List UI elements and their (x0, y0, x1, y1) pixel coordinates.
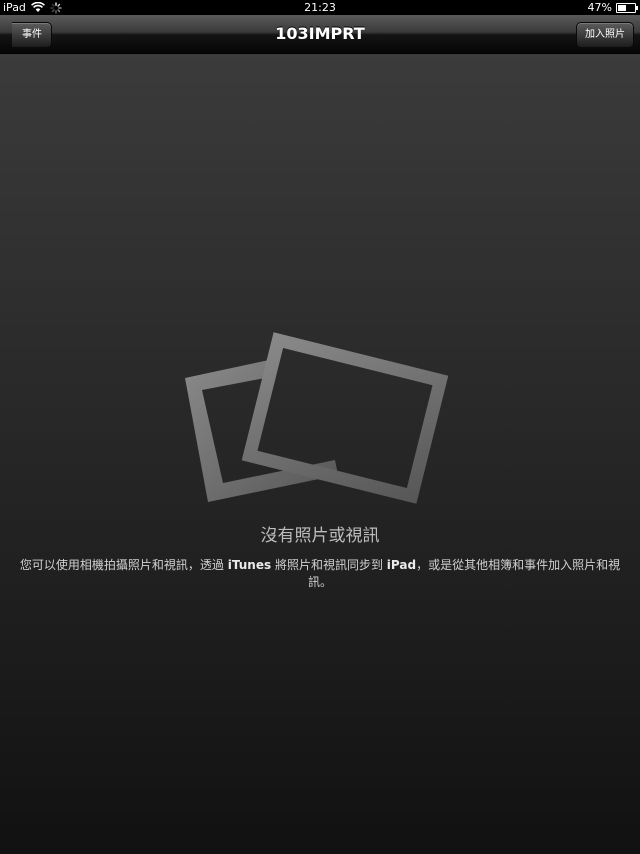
status-time: 21:23 (304, 1, 336, 14)
battery-icon (616, 2, 638, 13)
empty-state-description: 您可以使用相機拍攝照片和視訊，透過 iTunes 將照片和視訊同步到 iPad，… (19, 558, 621, 589)
battery-percent: 47% (587, 1, 612, 14)
photos-icon (185, 332, 449, 504)
navigation-bar: 事件 103IMPRT 加入照片 (0, 15, 640, 54)
itunes-text: iTunes (227, 558, 272, 572)
add-photos-button[interactable]: 加入照片 (576, 22, 634, 48)
status-bar: iPad 21:23 47% (0, 0, 640, 15)
album-content: 沒有照片或視訊 您可以使用相機拍攝照片和視訊，透過 iTunes 將照片和視訊同… (0, 54, 640, 854)
page-title: 103IMPRT (275, 24, 365, 43)
empty-state-title: 沒有照片或視訊 (260, 526, 380, 546)
ipad-text: iPad (386, 558, 417, 572)
battery-level-fill (618, 4, 626, 11)
